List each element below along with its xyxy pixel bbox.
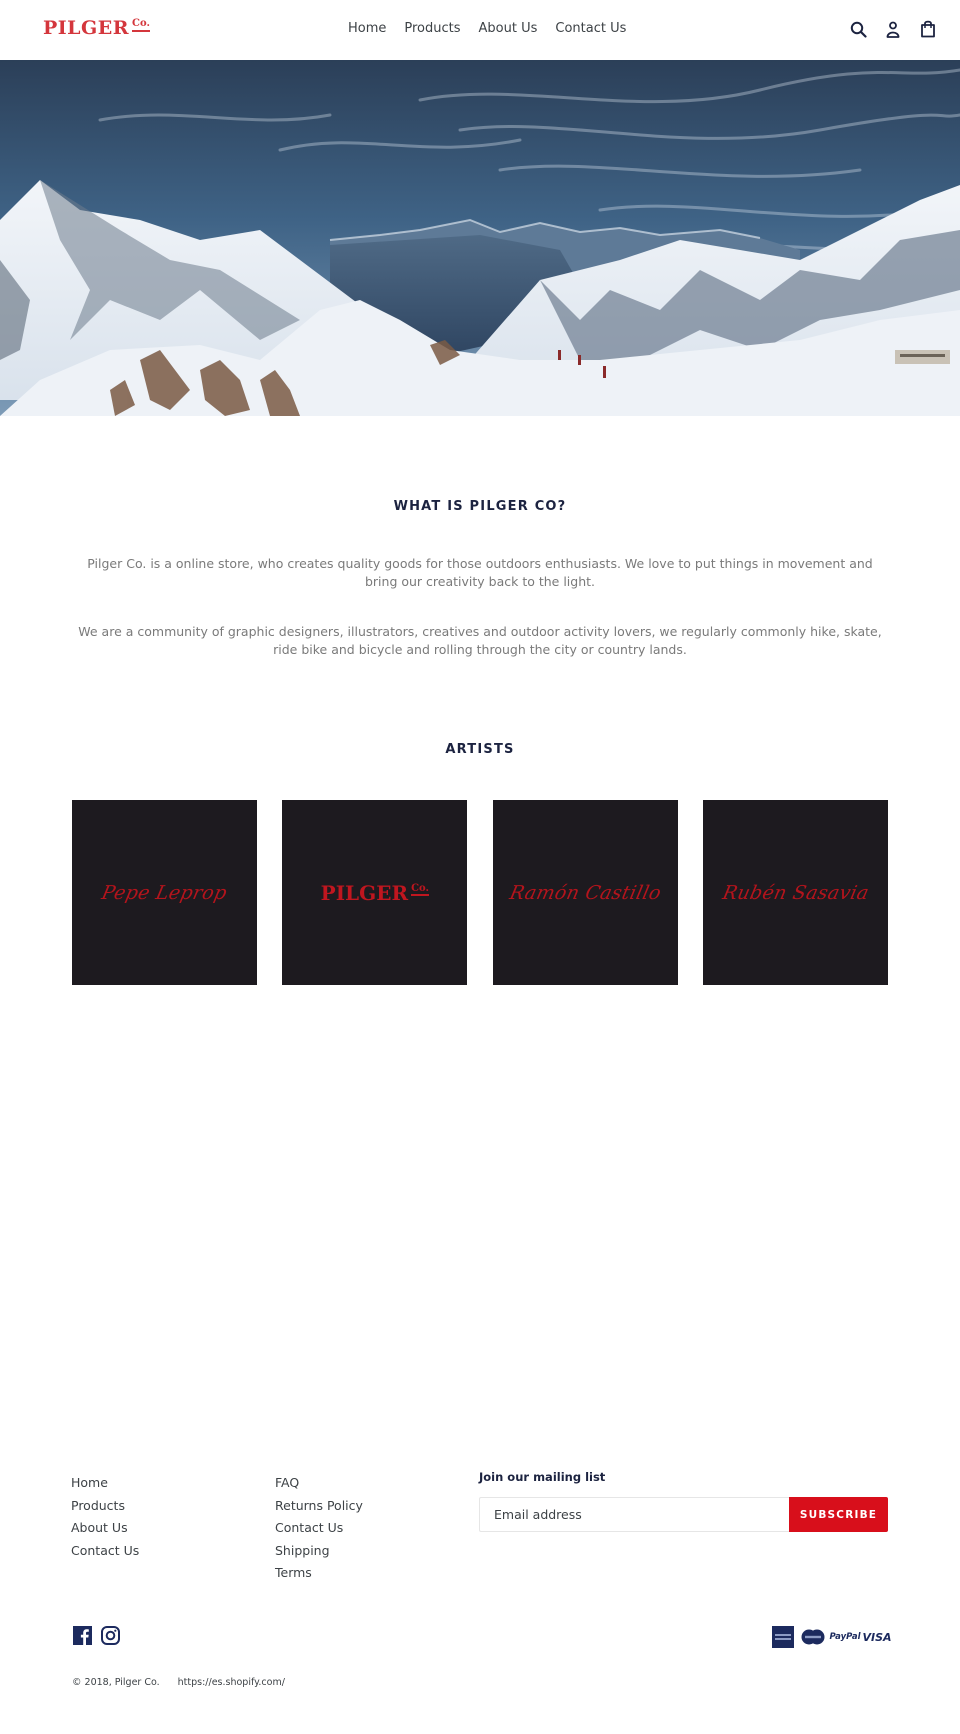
logo-co: Co. [132,19,150,32]
email-input[interactable] [479,1497,789,1532]
copyright-text: © 2018, Pilger Co. [72,1677,160,1688]
artist-signature: Rubén Sasavia [720,881,871,904]
search-icon[interactable] [848,18,868,40]
footer-main-menu: Home Products About Us Contact Us [71,1472,139,1562]
artist-card[interactable]: Pepe Leprop [72,800,257,985]
artist-logo-text: PILGER [320,880,409,905]
logo[interactable]: PILGER Co. [43,17,150,39]
artists-grid: Pepe Leprop PILGER Co. Ramón Castillo Ru… [72,800,888,985]
payment-icons: PayPal VISA [772,1626,892,1648]
paypal-icon: PayPal [829,1632,861,1642]
footer-link-faq[interactable]: FAQ [275,1475,299,1490]
nav-about-us[interactable]: About Us [470,19,547,39]
artist-logo: PILGER Co. [321,881,429,905]
powered-by-link[interactable]: https://es.shopify.com/ [178,1677,285,1688]
artist-signature: Pepe Leprop [99,881,230,904]
copyright: © 2018, Pilger Co. https://es.shopify.co… [72,1677,285,1688]
artist-card[interactable]: Ramón Castillo [492,800,678,985]
artist-card[interactable]: PILGER Co. [282,800,468,985]
nav-products[interactable]: Products [395,19,469,39]
visa-icon: VISA [862,1630,892,1644]
about-title: WHAT IS PILGER CO? [393,499,567,514]
artist-logo-co: Co. [411,882,429,896]
about-paragraph-2: We are a community of graphic designers,… [78,624,882,657]
artist-card[interactable]: Rubén Sasavia [702,800,888,985]
footer-link-contact-us-2[interactable]: Contact Us [275,1520,343,1535]
footer-link-shipping[interactable]: Shipping [275,1543,330,1558]
header-icons [848,18,938,40]
facebook-icon[interactable] [73,1626,92,1645]
nav-contact-us[interactable]: Contact Us [546,19,635,39]
site-header: PILGER Co. Home Products About Us Contac… [0,0,960,60]
footer-link-about-us[interactable]: About Us [71,1520,128,1535]
mastercard-icon [801,1626,825,1648]
cart-icon[interactable] [918,18,938,40]
mountain-landscape-image [0,60,960,416]
main-nav: Home Products About Us Contact Us [339,19,635,39]
footer-secondary-menu: FAQ Returns Policy Contact Us Shipping T… [275,1472,363,1585]
instagram-icon[interactable] [101,1626,120,1645]
artists-title: ARTISTS [445,742,515,757]
footer-link-terms[interactable]: Terms [275,1565,312,1580]
social-links [73,1626,120,1645]
footer-link-products[interactable]: Products [71,1498,125,1513]
account-icon[interactable] [883,18,903,40]
footer-link-contact-us[interactable]: Contact Us [71,1543,139,1558]
newsletter-title: Join our mailing list [479,1470,606,1484]
logo-text: PILGER [43,17,130,39]
footer-link-home[interactable]: Home [71,1475,108,1490]
subscribe-button[interactable]: SUBSCRIBE [789,1497,888,1532]
artist-signature: Ramón Castillo [507,881,663,904]
footer-link-returns-policy[interactable]: Returns Policy [275,1498,363,1513]
about-paragraph-1: Pilger Co. is a online store, who create… [87,556,873,589]
newsletter-form: SUBSCRIBE [479,1497,888,1532]
amex-icon [772,1626,794,1648]
nav-home[interactable]: Home [339,19,395,39]
hero-image [0,60,960,416]
